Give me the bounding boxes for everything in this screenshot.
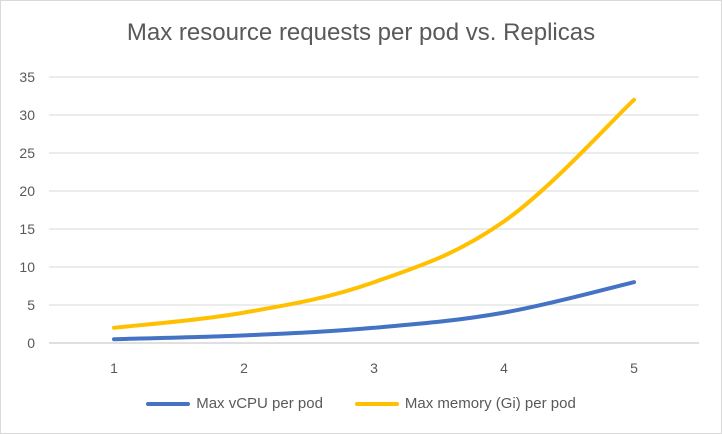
- legend-label-memory: Max memory (Gi) per pod: [404, 395, 576, 412]
- y-tick-label: 35: [19, 69, 35, 85]
- y-tick-label: 20: [19, 183, 35, 199]
- y-tick-label: 30: [19, 107, 35, 123]
- y-tick-label: 15: [19, 221, 35, 237]
- y-tick-label: 25: [19, 145, 35, 161]
- legend: Max vCPU per pod Max memory (Gi) per pod: [1, 395, 721, 412]
- legend-item-vcpu: Max vCPU per pod: [146, 395, 323, 412]
- legend-label-vcpu: Max vCPU per pod: [196, 395, 323, 412]
- legend-swatch-vcpu: [146, 401, 191, 406]
- chart-frame: Max resource requests per pod vs. Replic…: [0, 0, 722, 434]
- legend-swatch-memory: [354, 401, 399, 406]
- plot-area: 0 5 10 15 20 25 30 35 1 2 3 4 5: [19, 69, 699, 376]
- series-line-memory: [112, 97, 636, 330]
- x-tick-label: 2: [240, 360, 248, 376]
- x-tick-label: 3: [370, 360, 378, 376]
- x-tick-label: 5: [630, 360, 638, 376]
- series-line-vcpu: [112, 280, 636, 342]
- y-tick-label: 0: [27, 335, 35, 351]
- legend-item-memory: Max memory (Gi) per pod: [354, 395, 576, 412]
- x-tick-label: 4: [500, 360, 508, 376]
- x-tick-label: 1: [110, 360, 118, 376]
- y-tick-label: 10: [19, 259, 35, 275]
- y-tick-label: 5: [27, 297, 35, 313]
